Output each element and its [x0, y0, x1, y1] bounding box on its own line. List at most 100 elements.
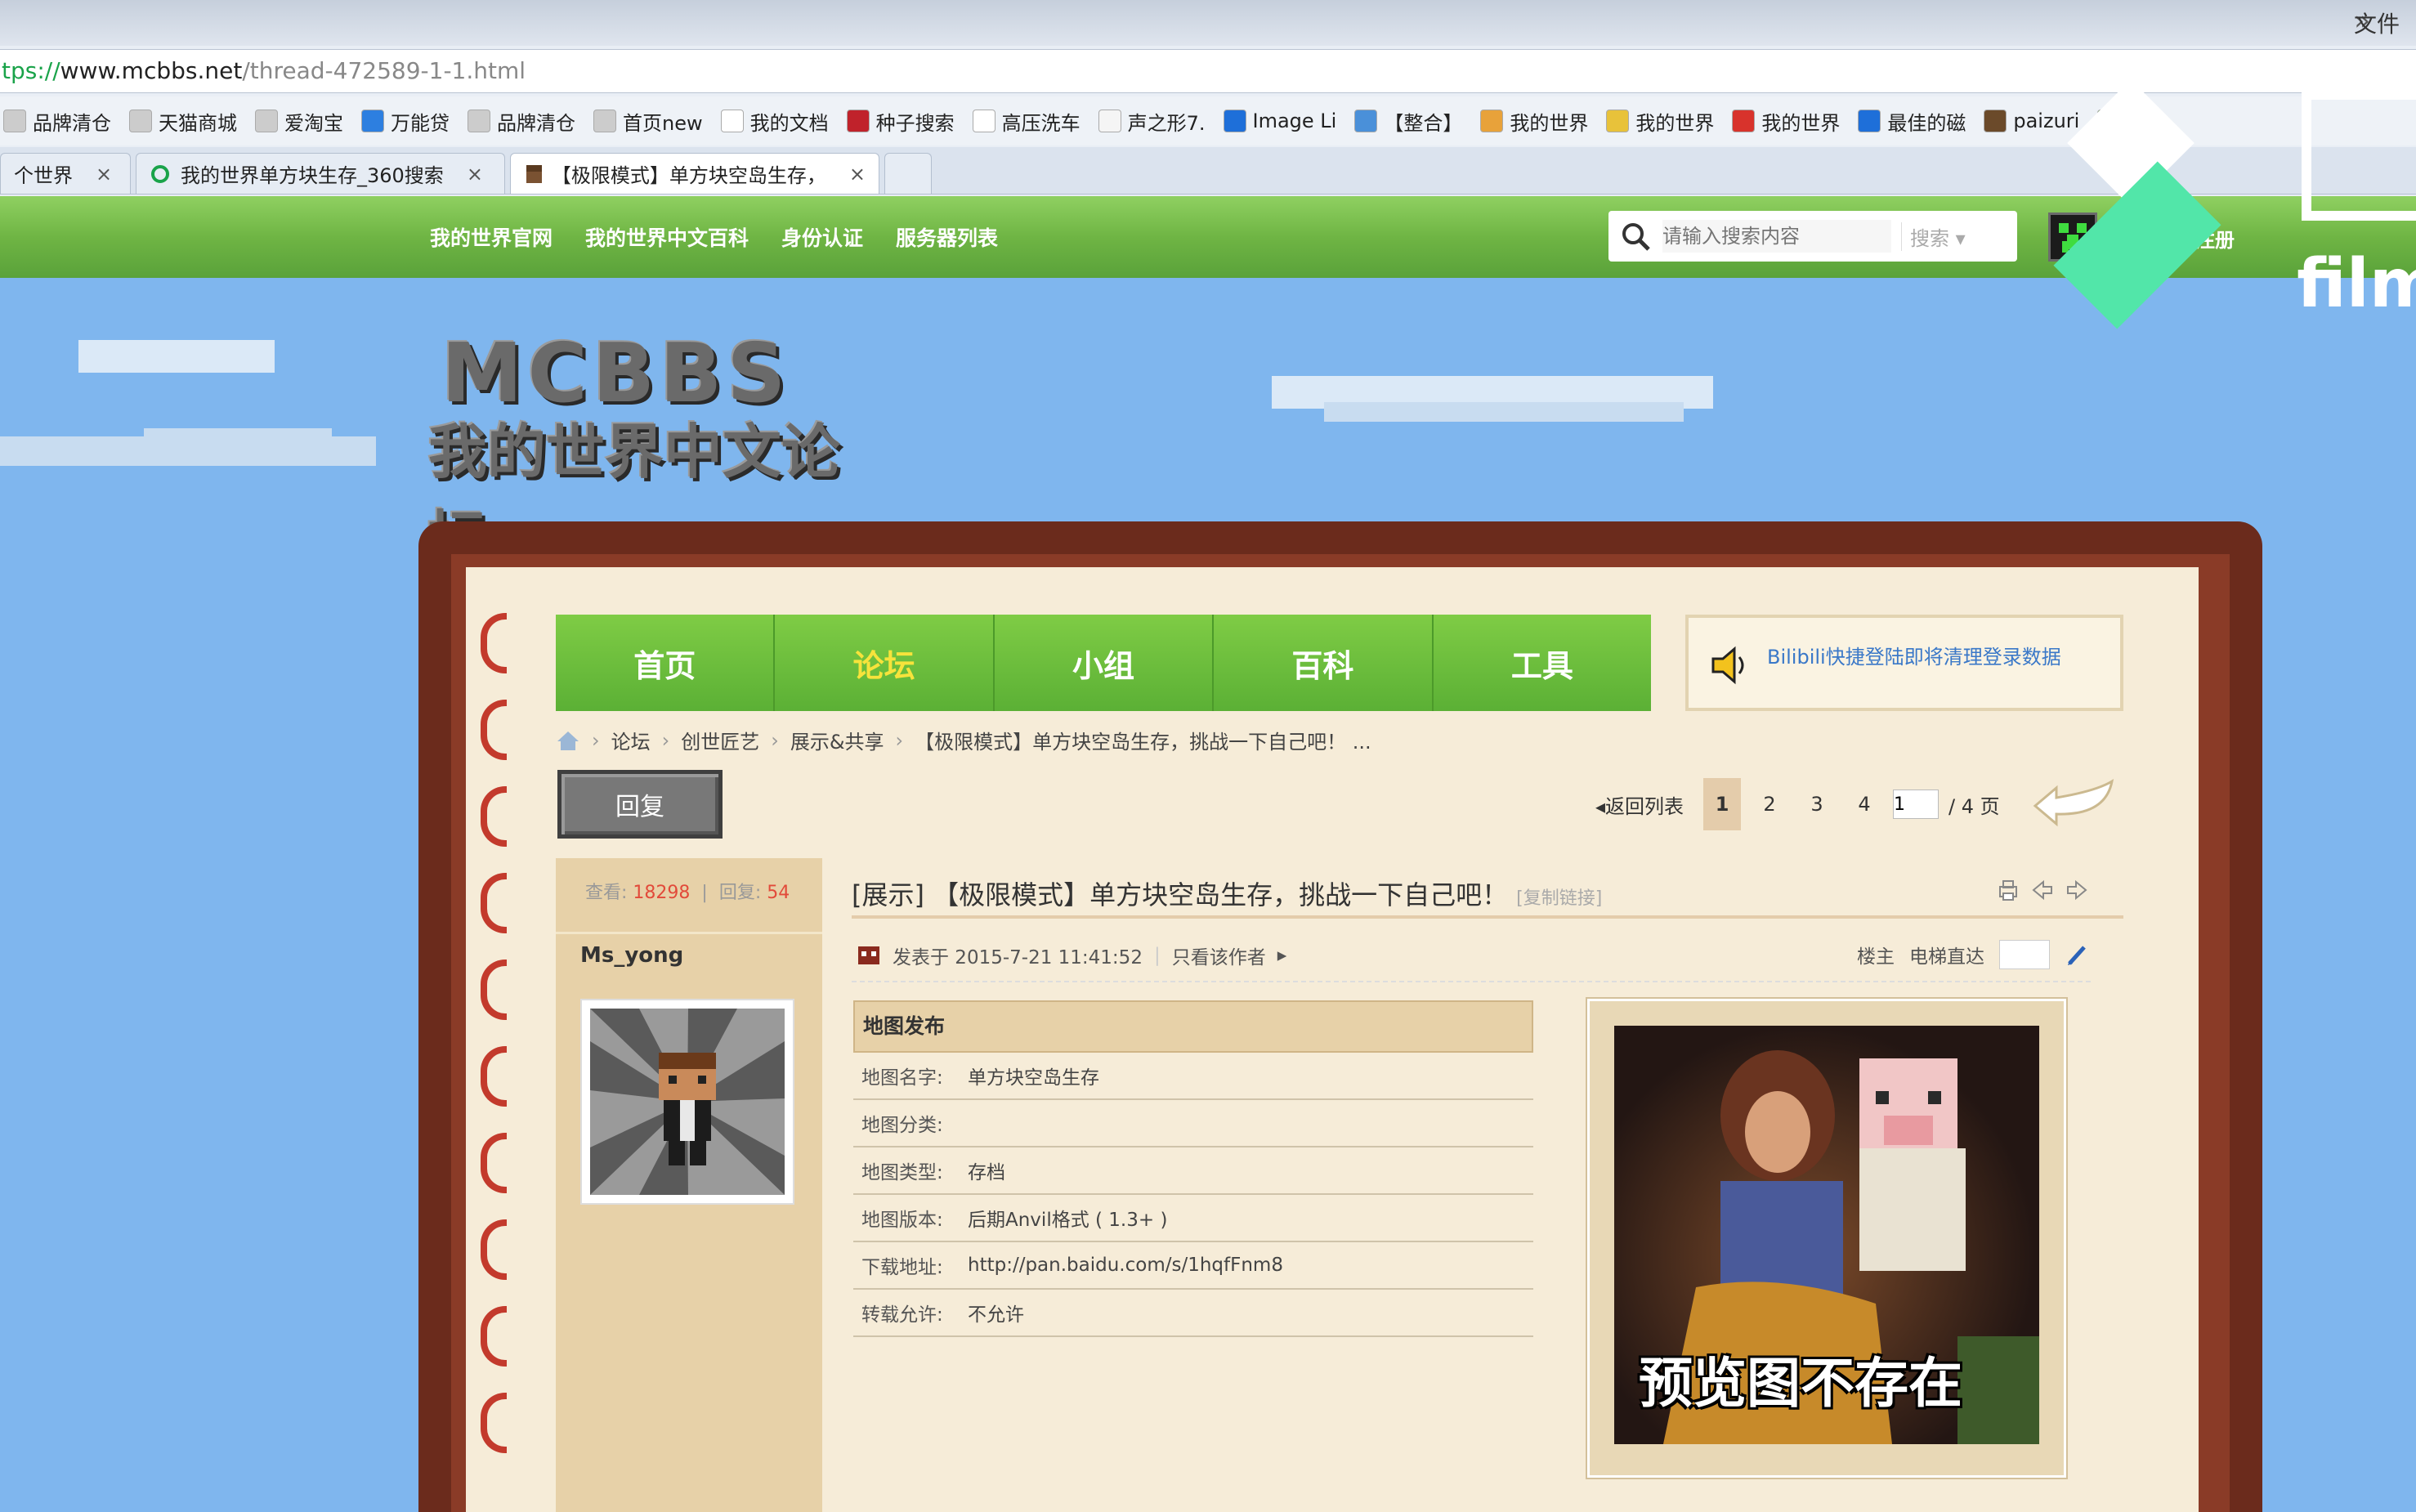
- bookmark-item[interactable]: 万能贷: [361, 107, 450, 136]
- bookmark-item[interactable]: 种子搜索: [846, 107, 955, 136]
- bookmark-item[interactable]: 我的世界: [1732, 107, 1840, 136]
- nav-forum[interactable]: 论坛: [775, 615, 995, 711]
- nav-wiki[interactable]: 百科: [1214, 615, 1434, 711]
- cloud: [144, 428, 332, 451]
- map-info-table: 地图发布 地图名字: 单方块空岛生存 地图分类: 地图类型: 存档 地图版本: 后期A…: [853, 1000, 1533, 1337]
- home-icon[interactable]: [556, 729, 580, 752]
- only-author-link[interactable]: 只看该作者: [1172, 942, 1266, 969]
- seed-icon: [846, 110, 870, 132]
- online-status-icon: [858, 946, 879, 964]
- bookmark-item[interactable]: 首页new: [593, 107, 703, 136]
- copy-link[interactable]: [复制链接]: [1516, 888, 1602, 909]
- bookmark-label: 天猫商城: [159, 111, 237, 135]
- bookmark-item[interactable]: 声之形7.: [1098, 107, 1206, 136]
- post-meta: 发表于 2015-7-21 11:41:52 | 只看该作者 ▸: [857, 942, 1286, 969]
- link-official[interactable]: 我的世界官网: [430, 222, 553, 252]
- link-verify[interactable]: 身份认证: [781, 222, 863, 252]
- bookmark-label: Image Li: [1252, 110, 1337, 132]
- url-scheme: tps://: [2, 57, 60, 84]
- nav-tools[interactable]: 工具: [1433, 615, 1652, 711]
- mc-icon: [1732, 110, 1756, 132]
- bookmark-item[interactable]: 【整合】: [1354, 107, 1462, 136]
- bookmark-item[interactable]: 高压洗车: [972, 107, 1080, 136]
- new-tab-button[interactable]: [884, 153, 932, 194]
- bookmark-item[interactable]: 天猫商城: [129, 107, 237, 136]
- tab-mcbbs-thread[interactable]: 【极限模式】单方块空岛生存， ×: [510, 153, 879, 194]
- bookmark-item[interactable]: paizuri: [1984, 110, 2079, 132]
- post-date: 发表于 2015-7-21 11:41:52: [893, 947, 1143, 968]
- page-2[interactable]: 2: [1751, 778, 1788, 830]
- grid-icon: [468, 110, 490, 132]
- tab-360-search[interactable]: 我的世界单方块生存_360搜索 ×: [136, 153, 505, 194]
- minecraft-icon: [1480, 110, 1504, 132]
- grid-icon: [593, 110, 616, 132]
- back-to-list-link[interactable]: ◂返回列表: [1595, 790, 1684, 819]
- page-1[interactable]: 1: [1703, 778, 1742, 830]
- author-name[interactable]: Ms_yong: [580, 943, 683, 968]
- post-tools: [1996, 878, 2089, 902]
- download-link[interactable]: http://pan.baidu.com/s/1hqfFnm8: [968, 1255, 1283, 1276]
- document-icon: [720, 110, 744, 132]
- elevator-input[interactable]: [1999, 940, 2050, 969]
- bookmark-item[interactable]: 品牌清仓: [3, 107, 111, 136]
- title-bar: » 文件: [0, 0, 2416, 46]
- close-icon[interactable]: ×: [96, 163, 112, 186]
- page-4[interactable]: 4: [1846, 778, 1883, 830]
- bookmark-item[interactable]: 品牌清仓: [468, 107, 575, 136]
- grid-icon: [3, 110, 26, 132]
- view-count: 18298: [633, 883, 691, 903]
- breadcrumb-forum[interactable]: 论坛: [611, 726, 651, 754]
- map-preview-image[interactable]: 预览图不存在: [1587, 999, 2066, 1478]
- bookmark-label: 声之形7.: [1127, 111, 1206, 135]
- bookmark-item[interactable]: 我的世界: [1606, 107, 1714, 136]
- speaker-icon: [1711, 646, 1744, 685]
- grid-icon: [129, 110, 152, 132]
- bookmark-item[interactable]: 我的文档: [720, 107, 829, 136]
- breadcrumb: › 论坛 › 创世匠艺 › 展示&共享 › 【极限模式】单方块空岛生存，挑战一下…: [556, 726, 1371, 754]
- edit-icon: [1354, 110, 1378, 132]
- file-menu[interactable]: 文件: [2354, 7, 2400, 39]
- bookmark-label: 我的文档: [749, 111, 829, 135]
- bookmark-item[interactable]: 最佳的磁: [1858, 107, 1966, 136]
- return-arrow-icon[interactable]: [2030, 776, 2120, 830]
- close-icon[interactable]: ×: [467, 163, 483, 186]
- previous-thread-icon[interactable]: [2030, 878, 2055, 902]
- url-host: www.mcbbs.net: [60, 57, 243, 84]
- bookmark-item[interactable]: Image Li: [1223, 110, 1337, 132]
- breadcrumb-thread[interactable]: 【极限模式】单方块空岛生存，挑战一下自己吧！ ...: [915, 726, 1371, 754]
- table-row: 地图版本: 后期Anvil格式 ( 1.3+ ): [853, 1195, 1533, 1242]
- bookmark-item[interactable]: 我的世界: [1480, 107, 1588, 136]
- site-search: 搜索 ▾: [1608, 211, 2017, 262]
- tab-world[interactable]: 个世界 ×: [0, 153, 131, 194]
- main-nav: 首页 论坛 小组 百科 工具: [556, 615, 1652, 711]
- link-wiki[interactable]: 我的世界中文百科: [585, 222, 749, 252]
- avatar[interactable]: [580, 999, 794, 1205]
- address-bar[interactable]: tps://www.mcbbs.net/thread-472589-1-1.ht…: [0, 49, 2416, 93]
- bookmark-label: 品牌清仓: [33, 111, 111, 135]
- announcement-text[interactable]: Bilibili快捷登陆即将清理登录数据: [1767, 641, 2061, 669]
- next-thread-icon[interactable]: [2065, 878, 2089, 902]
- search-icon[interactable]: [1608, 220, 1662, 253]
- nav-home[interactable]: 首页: [556, 615, 776, 711]
- play-icon: [1098, 110, 1121, 132]
- bookmark-item[interactable]: 爱淘宝: [255, 107, 343, 136]
- chevron-right-icon[interactable]: ▸: [1277, 945, 1287, 966]
- search-scope-select[interactable]: 搜索 ▾: [1901, 221, 1999, 251]
- breadcrumb-section[interactable]: 创世匠艺: [681, 726, 759, 754]
- page-jump-input[interactable]: [1893, 790, 1940, 819]
- announcement-box: Bilibili快捷登陆即将清理登录数据: [1685, 615, 2123, 711]
- search-input[interactable]: [1662, 220, 1891, 253]
- bookmark-label: 高压洗车: [1001, 111, 1080, 135]
- mcbbs-logo[interactable]: MCBBS 我的世界中文论坛: [425, 325, 866, 572]
- nav-groups[interactable]: 小组: [994, 615, 1215, 711]
- bookmark-label: 爱淘宝: [284, 111, 343, 135]
- breadcrumb-board[interactable]: 展示&共享: [790, 726, 884, 754]
- close-icon[interactable]: ×: [849, 163, 866, 186]
- go-pencil-icon[interactable]: [2065, 942, 2089, 967]
- link-servers[interactable]: 服务器列表: [896, 222, 998, 252]
- url-path: /thread-472589-1-1.html: [242, 57, 526, 84]
- minecraft-block-icon: [526, 164, 542, 183]
- reply-button[interactable]: 回复: [557, 770, 723, 839]
- print-icon[interactable]: [1996, 878, 2020, 902]
- page-3[interactable]: 3: [1798, 778, 1836, 830]
